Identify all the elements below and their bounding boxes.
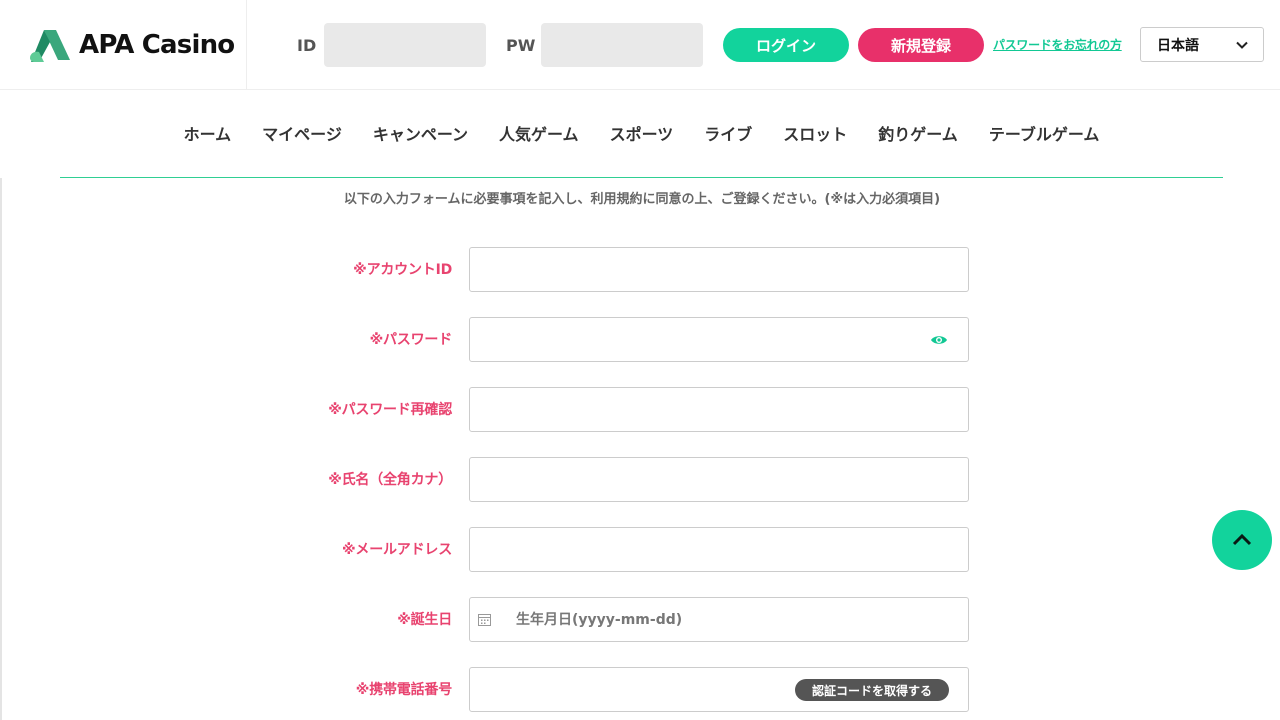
chevron-down-icon (1236, 41, 1248, 49)
email-input[interactable] (469, 527, 969, 572)
language-select[interactable]: 日本語 (1140, 27, 1264, 62)
password-confirm-row: ※パスワード再確認 (0, 387, 1280, 432)
register-button[interactable]: 新規登録 (858, 28, 984, 62)
logo[interactable]: APA Casino (0, 0, 247, 90)
password-input[interactable] (469, 317, 969, 362)
calendar-icon (478, 614, 491, 626)
phone-row: ※携帯電話番号 認証コードを取得する (0, 667, 1280, 712)
pw-label: PW (506, 36, 536, 55)
id-input[interactable] (324, 23, 486, 67)
main-nav: ホーム マイページ キャンペーン 人気ゲーム スポーツ ライブ スロット 釣りゲ… (60, 90, 1223, 178)
language-value: 日本語 (1157, 37, 1199, 54)
apa-logo-icon (30, 30, 70, 62)
phone-label: ※携帯電話番号 (355, 682, 452, 698)
get-code-button[interactable]: 認証コードを取得する (795, 679, 949, 701)
password-confirm-label: ※パスワード再確認 (328, 402, 452, 418)
account-id-row: ※アカウントID (0, 247, 1280, 292)
login-button[interactable]: ログイン (723, 28, 849, 62)
account-id-label: ※アカウントID (353, 262, 452, 278)
eye-icon[interactable] (930, 331, 948, 349)
nav-slots[interactable]: スロット (768, 125, 863, 145)
password-confirm-input[interactable] (469, 387, 969, 432)
birthday-label: ※誕生日 (397, 612, 452, 628)
birthday-input[interactable] (469, 597, 969, 642)
email-row: ※メールアドレス (0, 527, 1280, 572)
scroll-top-button[interactable] (1212, 510, 1272, 570)
forgot-password-link[interactable]: パスワードをお忘れの方 (993, 37, 1122, 53)
account-id-input[interactable] (469, 247, 969, 292)
email-label: ※メールアドレス (341, 542, 452, 558)
name-kana-row: ※氏名（全角カナ） (0, 457, 1280, 502)
nav-sports[interactable]: スポーツ (594, 125, 689, 145)
nav-table-games[interactable]: テーブルゲーム (973, 125, 1115, 145)
nav-mypage[interactable]: マイページ (247, 125, 358, 145)
form-intro: 以下の入力フォームに必要事項を記入し、利用規約に同意の上、ご登録ください。(※は… (343, 192, 941, 207)
birthday-row: ※誕生日 (0, 597, 1280, 642)
name-kana-label: ※氏名（全角カナ） (328, 472, 452, 488)
id-label: ID (297, 36, 317, 55)
pw-input[interactable] (541, 23, 703, 67)
nav-home[interactable]: ホーム (168, 125, 247, 145)
site-header: APA Casino ID PW ログイン 新規登録 パスワードをお忘れの方 日… (0, 0, 1280, 90)
nav-campaign[interactable]: キャンペーン (357, 125, 483, 145)
name-kana-input[interactable] (469, 457, 969, 502)
nav-live[interactable]: ライブ (689, 125, 768, 145)
password-row: ※パスワード (0, 317, 1280, 362)
chevron-up-icon (1232, 533, 1252, 546)
password-label: ※パスワード (369, 332, 453, 348)
nav-fishing-games[interactable]: 釣りゲーム (863, 125, 974, 145)
logo-text: APA Casino (79, 30, 235, 60)
nav-popular-games[interactable]: 人気ゲーム (484, 125, 595, 145)
